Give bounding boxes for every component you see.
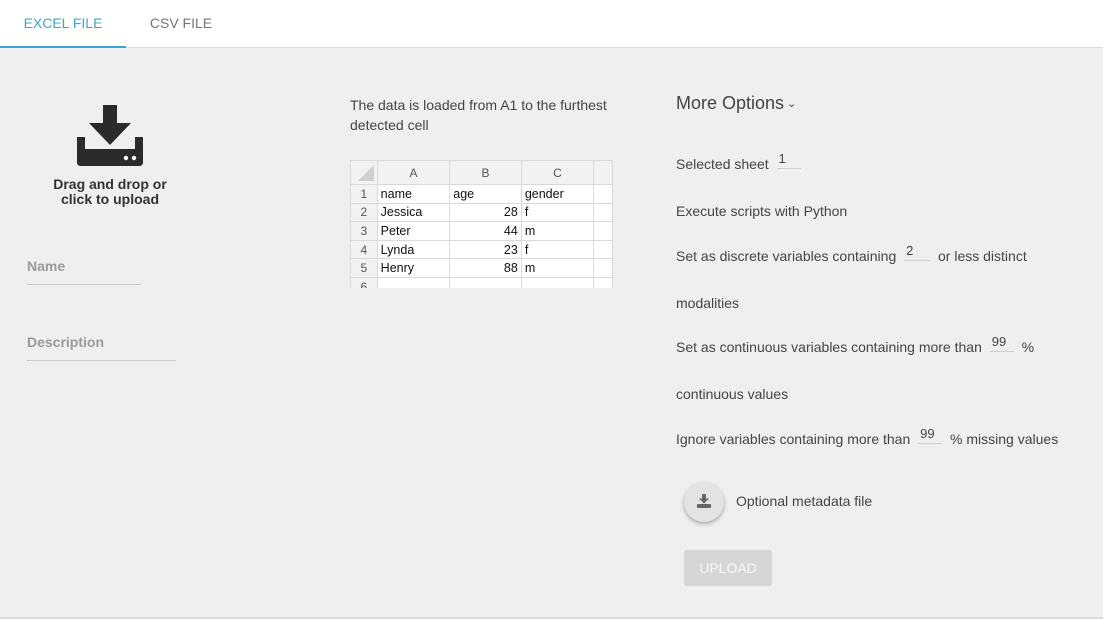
description-field[interactable]: Description <box>27 334 176 361</box>
sheet-cell-empty <box>520 276 595 288</box>
sheet-col-header: B <box>449 160 522 185</box>
description-field-label: Description <box>27 334 105 350</box>
ignore-prefix: Ignore variables containing more than <box>676 431 911 447</box>
continuous-suffix: % <box>1021 339 1035 355</box>
sheet-row-number: 6 <box>350 276 378 288</box>
continuous-variables-row: Set as continuous variables containing m… <box>676 334 1035 358</box>
download-icon <box>697 494 711 508</box>
sheet-cell: f <box>520 202 595 223</box>
sheet-cell: m <box>520 221 595 241</box>
sheet-cell-empty <box>593 276 613 288</box>
sheet-cell: 28 <box>449 202 522 223</box>
sheet-cell: m <box>520 258 595 278</box>
continuous-percent-input[interactable]: 99 <box>989 334 1014 352</box>
sheet-col-header: A <box>376 160 451 185</box>
sheet-cell: Jessica <box>376 202 451 223</box>
spreadsheet-table: A B C 1 name age gender 2 Jessica 28 f 3… <box>350 160 613 288</box>
sheet-cell: f <box>520 239 595 260</box>
discrete-wrap-text: modalities <box>676 295 740 311</box>
sheet-row-number: 5 <box>350 258 378 278</box>
metadata-file-label: Optional metadata file <box>736 493 873 509</box>
dropzone-line-1: Drag and drop or <box>53 176 167 192</box>
discrete-prefix: Set as discrete variables containing <box>676 248 897 264</box>
tab-csv-file[interactable]: CSV FILE <box>126 0 236 48</box>
tab-bar: EXCEL FILE CSV FILE <box>0 0 1103 48</box>
sheet-cell-empty <box>593 202 613 223</box>
name-field-underline <box>27 284 141 285</box>
description-field-underline <box>27 360 176 361</box>
dropzone-line-2: click to upload <box>60 191 159 207</box>
download-tray-icon <box>77 105 143 166</box>
load-info-text: The data is loaded from A1 to the furthe… <box>350 97 607 133</box>
more-options-toggle[interactable]: More Options ⌄ <box>676 93 796 114</box>
chevron-down-icon: ⌄ <box>787 98 797 110</box>
sheet-row-number: 4 <box>350 239 378 260</box>
sheet-row-number: 2 <box>350 202 378 223</box>
continuous-prefix: Set as continuous variables containing m… <box>676 339 982 355</box>
selected-sheet-row: Selected sheet 1 <box>676 151 805 175</box>
spreadsheet-preview: A B C 1 name age gender 2 Jessica 28 f 3… <box>350 160 613 288</box>
sheet-row: 6 <box>350 276 613 288</box>
sheet-cell-empty <box>449 276 522 288</box>
sheet-cell: Lynda <box>376 239 451 260</box>
sheet-row: 5 Henry 88 m <box>350 258 613 278</box>
sheet-cell-empty <box>593 221 613 241</box>
sheet-col-header-empty <box>593 160 613 185</box>
missing-percent-input[interactable]: 99 <box>918 426 943 444</box>
sheet-corner <box>350 160 378 185</box>
selected-sheet-input[interactable]: 1 <box>776 151 801 169</box>
ignore-suffix: % missing values <box>950 431 1059 447</box>
sheet-cell: 88 <box>449 258 522 278</box>
sheet-row: 2 Jessica 28 f <box>350 202 613 223</box>
sheet-cell-empty <box>593 239 613 260</box>
execute-scripts-label[interactable]: Execute scripts with Python <box>676 203 847 219</box>
sheet-cell: 44 <box>449 221 522 241</box>
sheet-row-number: 3 <box>350 221 378 241</box>
discrete-modalities-input[interactable]: 2 <box>904 243 931 261</box>
file-dropzone[interactable]: Drag and drop or click to upload <box>40 105 180 215</box>
selected-sheet-label: Selected sheet <box>676 156 769 172</box>
sheet-row: 1 name age gender <box>350 184 613 204</box>
tab-excel-file[interactable]: EXCEL FILE <box>0 0 126 48</box>
ignore-variables-row: Ignore variables containing more than 99… <box>676 426 1059 450</box>
sheet-cell: Peter <box>376 221 451 241</box>
more-options-title: More Options <box>676 93 785 113</box>
sheet-header-row: A B C <box>350 160 613 185</box>
sheet-cell: age <box>449 184 522 204</box>
name-field-label: Name <box>27 258 66 274</box>
metadata-upload-button[interactable] <box>684 482 724 522</box>
sheet-row: 3 Peter 44 m <box>350 221 613 241</box>
name-field[interactable]: Name <box>27 258 141 285</box>
sheet-row: 4 Lynda 23 f <box>350 239 613 260</box>
sheet-cell: name <box>376 184 451 204</box>
sheet-cell: gender <box>520 184 595 204</box>
sheet-cell-empty <box>376 276 451 288</box>
sheet-cell-empty <box>593 184 613 204</box>
upload-button[interactable]: UPLOAD <box>684 550 772 586</box>
sheet-row-number: 1 <box>350 184 378 204</box>
dropzone-text: Drag and drop or click to upload <box>40 177 180 207</box>
sheet-cell: 23 <box>449 239 522 260</box>
sheet-cell-empty <box>593 258 613 278</box>
sheet-cell: Henry <box>376 258 451 278</box>
discrete-suffix: or less distinct <box>938 248 1027 264</box>
continuous-wrap-text: continuous values <box>676 386 789 402</box>
discrete-variables-row: Set as discrete variables containing 2 o… <box>676 243 1027 267</box>
sheet-col-header: C <box>520 160 595 185</box>
